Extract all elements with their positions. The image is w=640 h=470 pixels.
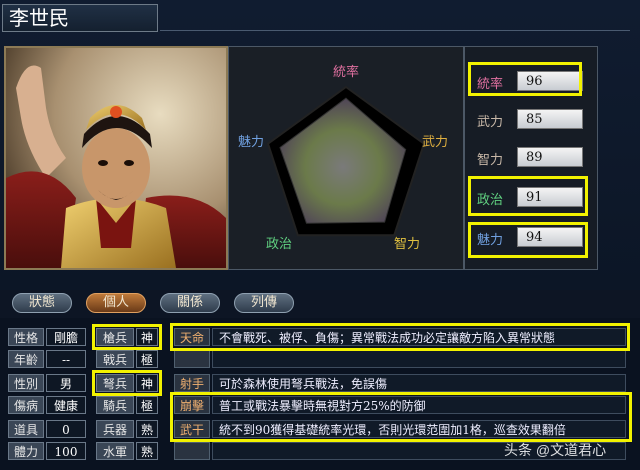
aptitude-label: 騎兵	[96, 396, 134, 414]
attr-label: 體力	[8, 442, 44, 460]
attr-value: 100	[46, 442, 86, 460]
attr-value: 健康	[46, 396, 86, 414]
watermark: 头条 @文道君心	[504, 442, 607, 458]
attr-label: 性別	[8, 374, 44, 392]
attribute-radar-panel: 統率 武力 智力 政治 魅力	[228, 46, 464, 270]
attr-value: 0	[46, 420, 86, 438]
highlight-box	[170, 323, 630, 351]
radar-label-leadership: 統率	[333, 64, 359, 80]
attr-value: 男	[46, 374, 86, 392]
radar-label-intellect: 智力	[394, 237, 420, 252]
tab-relations[interactable]: 關係	[160, 293, 220, 313]
attribute-radar-chart: 統率 武力 智力 政治 魅力	[238, 64, 448, 252]
skill-name[interactable]: 射手	[174, 374, 210, 392]
aptitude-label: 水軍	[96, 442, 134, 460]
officer-portrait	[4, 46, 228, 270]
aptitude-value: 熟	[136, 420, 158, 438]
attr-label: 傷病	[8, 396, 44, 414]
radar-label-politics: 政治	[266, 237, 292, 252]
radar-label-war: 武力	[422, 135, 448, 150]
attr-value: 剛膽	[46, 328, 86, 346]
stat-label: 武力	[477, 115, 504, 130]
divider	[160, 30, 630, 31]
tab-biography[interactable]: 列傳	[234, 293, 294, 313]
stat-value: 85	[517, 109, 583, 129]
attr-label: 年齡	[8, 350, 44, 368]
stat-label: 智力	[477, 153, 504, 168]
highlight-box	[468, 176, 588, 216]
highlight-box	[468, 222, 588, 258]
aptitude-value: 極	[136, 396, 158, 414]
attr-label: 性格	[8, 328, 44, 346]
skill-description: 可於森林使用弩兵戰法，免誤傷	[212, 374, 626, 392]
portrait-image	[6, 48, 226, 268]
aptitude-label: 戟兵	[96, 350, 134, 368]
highlight-box	[170, 392, 632, 442]
tab-personal[interactable]: 個人	[86, 293, 146, 313]
stat-row-intellect: 智力 89	[473, 147, 595, 169]
aptitude-value: 熟	[136, 442, 158, 460]
aptitude-value: 極	[136, 350, 158, 368]
officer-name: 李世民	[2, 4, 158, 32]
stat-value: 89	[517, 147, 583, 167]
skill-name[interactable]	[174, 350, 210, 368]
skill-description	[212, 350, 626, 368]
attr-value: --	[46, 350, 86, 368]
aptitude-label: 兵器	[96, 420, 134, 438]
highlight-box	[92, 370, 162, 396]
radar-label-charm: 魅力	[238, 135, 264, 150]
tab-status[interactable]: 狀態	[12, 293, 72, 313]
highlight-box	[92, 324, 162, 350]
stat-row-war: 武力 85	[473, 109, 595, 131]
attr-label: 道具	[8, 420, 44, 438]
skill-name[interactable]	[174, 442, 210, 460]
highlight-box	[468, 62, 582, 96]
